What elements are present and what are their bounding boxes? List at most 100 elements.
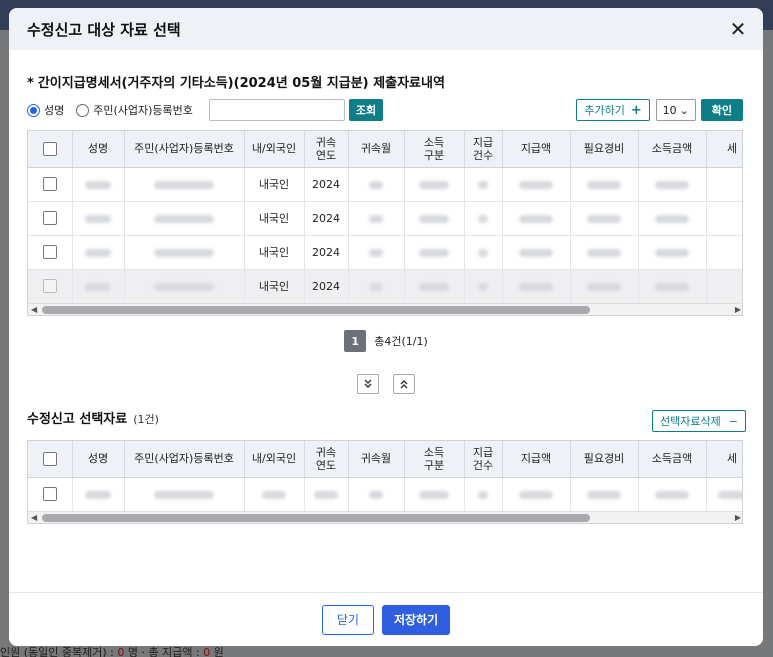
redacted-value: [154, 248, 214, 257]
radio-selected-icon[interactable]: [27, 103, 40, 117]
page-size-select[interactable]: 10 ⌄: [655, 99, 696, 121]
table-cell: [638, 167, 707, 202]
grid2-header-row: 성명 주민(사업자)등록번호 내/외국인 귀속 연도 귀속월 소득 구분 지급 건수 지급액 필요경비…: [28, 441, 742, 478]
move-up-icon[interactable]: [393, 374, 415, 394]
required-mark: *: [27, 76, 34, 91]
column-header: 내/외국인: [244, 131, 305, 168]
redacted-value: [587, 490, 621, 499]
add-button[interactable]: 추가하기 +: [576, 99, 650, 121]
table-cell: [348, 167, 405, 202]
table-cell: [244, 477, 305, 512]
select-all-checkbox-cell[interactable]: [28, 131, 73, 168]
close-icon[interactable]: ✕: [727, 17, 749, 41]
select-all-checkbox[interactable]: [42, 141, 57, 156]
scroll-left-icon[interactable]: ◀: [31, 305, 37, 314]
scroll-left-icon[interactable]: ◀: [31, 513, 37, 522]
close-button[interactable]: 닫기: [321, 604, 374, 635]
search-input[interactable]: [208, 99, 345, 121]
chevron-down-icon: ⌄: [679, 103, 689, 117]
column-header: 지급액: [502, 441, 571, 478]
table-cell: [72, 269, 125, 304]
scroll-thumb[interactable]: [42, 514, 590, 522]
row-checkbox[interactable]: [42, 211, 57, 225]
table-cell: [706, 477, 742, 512]
selected-data-title: 수정신고 선택자료 (1건): [27, 412, 159, 427]
row-checkbox[interactable]: [42, 487, 57, 501]
row-checkbox[interactable]: [42, 245, 57, 259]
table-cell: [28, 167, 73, 202]
selected-count: (1건): [133, 413, 159, 426]
radio-name[interactable]: 성명: [27, 102, 64, 118]
redacted-value: [419, 282, 449, 291]
table-cell: [348, 477, 405, 512]
redacted-value: [85, 214, 111, 223]
table-cell: [706, 201, 742, 236]
table-cell: [28, 201, 73, 236]
table-cell: [404, 201, 465, 236]
column-header: 지급 건수: [464, 441, 503, 478]
modal-title: 수정신고 대상 자료 선택: [27, 20, 181, 39]
save-button[interactable]: 저장하기: [381, 604, 451, 635]
column-header: 귀속월: [348, 131, 405, 168]
table-cell: [404, 235, 465, 270]
redacted-value: [419, 180, 449, 189]
table-cell: [124, 167, 245, 202]
redacted-value: [519, 180, 553, 189]
confirm-button[interactable]: 확인: [700, 99, 743, 121]
scroll-right-icon[interactable]: ▶: [735, 513, 741, 522]
row-checkbox: [42, 279, 57, 293]
redacted-value: [655, 180, 689, 189]
scroll-right-icon[interactable]: ▶: [735, 305, 741, 314]
grid1-header-row: 성명 주민(사업자)등록번호 내/외국인 귀속 연도 귀속월 소득 구분 지급 건수 지급액 필요경비…: [28, 131, 742, 168]
table-cell: [124, 477, 245, 512]
table-row[interactable]: 내국인 2024: [28, 269, 742, 304]
table-cell: [570, 477, 639, 512]
submitted-data-grid: 성명 주민(사업자)등록번호 내/외국인 귀속 연도 귀속월 소득 구분 지급 건수 지급액 필요경비…: [27, 130, 743, 316]
table-cell: [72, 477, 125, 512]
table-cell: [348, 269, 405, 304]
table-cell: [404, 477, 465, 512]
page-button-1[interactable]: 1: [344, 330, 367, 352]
scroll-thumb[interactable]: [42, 306, 590, 314]
table-cell: [464, 201, 503, 236]
redacted-value: [655, 282, 689, 291]
table-row[interactable]: [28, 477, 742, 512]
redacted-value: [262, 490, 286, 499]
search-button[interactable]: 조회: [348, 99, 384, 121]
table-row[interactable]: 내국인 2024: [28, 201, 742, 236]
column-header: 필요경비: [570, 131, 639, 168]
horizontal-scrollbar[interactable]: ◀ ▶: [28, 303, 742, 315]
modal-footer: 닫기 저장하기: [9, 592, 763, 646]
select-all-checkbox[interactable]: [42, 451, 57, 466]
column-header: 주민(사업자)등록번호: [124, 131, 245, 168]
selected-data-grid: 성명 주민(사업자)등록번호 내/외국인 귀속 연도 귀속월 소득 구분 지급 건수 지급액 필요경비…: [27, 440, 743, 524]
select-all-checkbox-cell[interactable]: [28, 441, 73, 478]
table-cell: [502, 269, 571, 304]
table-cell: 내국인: [244, 269, 305, 304]
table-row[interactable]: 내국인 2024: [28, 235, 742, 270]
column-header: 세: [706, 441, 742, 478]
move-down-icon[interactable]: [357, 374, 379, 394]
table-cell: [570, 235, 639, 270]
column-header: 귀속 연도: [304, 131, 349, 168]
radio-id-number[interactable]: 주민(사업자)등록번호: [76, 102, 193, 118]
redacted-value: [369, 490, 383, 499]
redacted-value: [154, 282, 214, 291]
filter-row: 성명 주민(사업자)등록번호 조회 추가하기 + 10 ⌄ 확인: [27, 98, 743, 122]
redacted-value: [519, 282, 553, 291]
table-cell: [404, 269, 465, 304]
table-cell: [502, 477, 571, 512]
table-cell: [638, 477, 707, 512]
table-cell: [28, 269, 73, 304]
table-cell: [72, 167, 125, 202]
table-cell: 내국인: [244, 201, 305, 236]
select-data-modal: 수정신고 대상 자료 선택 ✕ * 간이지급명세서(거주자의 기타소득)(2024…: [9, 8, 763, 646]
horizontal-scrollbar-2[interactable]: ◀ ▶: [28, 511, 742, 523]
redacted-value: [655, 214, 689, 223]
redacted-value: [655, 490, 689, 499]
column-header: 귀속월: [348, 441, 405, 478]
radio-unselected-icon[interactable]: [76, 103, 90, 117]
table-row[interactable]: 내국인 2024: [28, 167, 742, 202]
row-checkbox[interactable]: [42, 177, 57, 191]
delete-selected-button[interactable]: 선택자료삭제 −: [652, 410, 746, 432]
